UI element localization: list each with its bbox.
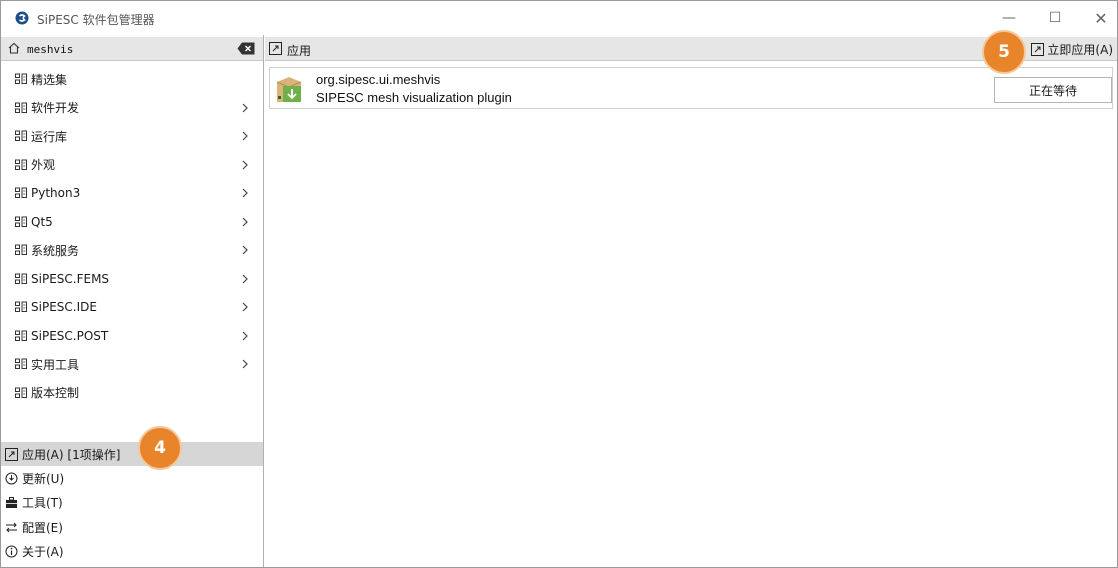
category-label: SiPESC.FEMS xyxy=(31,271,110,286)
package-row[interactable]: org.sipesc.ui.meshvis SIPESC mesh visual… xyxy=(269,67,1113,109)
category-label: 运行库 xyxy=(31,129,68,144)
sidebar: 精选集软件开发运行库外观 Python3 Qt5 系统服务 SiPESC.FEMS SiP… xyxy=(1,35,264,567)
bottom-nav: 应用(A) [1项操作] 更新(U) 工具(T) 配置(E) 关于(A) xyxy=(1,442,263,564)
nav-item-update[interactable]: 更新(U) xyxy=(1,466,263,490)
nav-item-label: 工具(T) xyxy=(22,496,63,511)
apply-now-label: 立即应用(A) xyxy=(1047,42,1113,57)
chevron-right-icon xyxy=(242,359,248,369)
category-item[interactable]: 实用工具 xyxy=(1,350,263,379)
category-label: Python3 xyxy=(31,186,81,201)
package-status-button[interactable]: 正在等待 xyxy=(994,77,1112,103)
settings-icon xyxy=(6,522,17,533)
nav-item-info[interactable]: 关于(A) xyxy=(1,540,263,564)
chevron-right-icon xyxy=(242,103,248,112)
category-item[interactable]: 软件开发 xyxy=(1,94,263,123)
app-logo-icon xyxy=(15,11,29,25)
title-bar: SiPESC 软件包管理器 — ☐ ✕ xyxy=(1,1,1117,35)
chevron-right-icon xyxy=(242,188,248,198)
category-icon xyxy=(15,330,27,341)
category-label: SiPESC.POST xyxy=(31,328,109,343)
category-item[interactable]: SiPESC.POST xyxy=(1,322,263,351)
category-item[interactable]: 版本控制 xyxy=(1,379,263,408)
chevron-right-icon xyxy=(242,160,248,169)
category-label: Qt5 xyxy=(31,214,53,229)
nav-item-label: 关于(A) xyxy=(22,545,64,560)
category-icon xyxy=(15,159,27,170)
nav-item-label: 更新(U) xyxy=(22,472,65,487)
nav-item-apply[interactable]: 应用(A) [1项操作] xyxy=(1,442,263,467)
package-icon xyxy=(276,77,302,102)
nav-item-settings[interactable]: 配置(E) xyxy=(1,515,263,539)
apply-now-button[interactable]: 立即应用(A) xyxy=(1031,40,1113,58)
toolbox-icon xyxy=(6,497,17,509)
apply-now-icon xyxy=(1031,42,1045,56)
category-icon xyxy=(15,130,27,142)
category-icon xyxy=(15,73,27,85)
nav-item-toolbox[interactable]: 工具(T) xyxy=(1,491,263,515)
chevron-right-icon xyxy=(242,217,248,226)
category-label: 实用工具 xyxy=(31,357,80,372)
category-item[interactable]: 外观 xyxy=(1,151,263,180)
chevron-right-icon xyxy=(242,131,248,141)
close-button[interactable]: ✕ xyxy=(1078,1,1118,35)
category-icon xyxy=(15,187,27,199)
main-header-label: 应用 xyxy=(287,44,312,58)
apply-icon xyxy=(5,447,18,461)
category-item[interactable]: 精选集 xyxy=(1,65,263,94)
home-icon[interactable] xyxy=(7,41,21,55)
category-icon xyxy=(15,273,27,284)
category-label: 软件开发 xyxy=(31,101,80,116)
category-icon xyxy=(15,301,27,313)
chevron-right-icon xyxy=(242,274,248,283)
category-icon xyxy=(15,216,27,227)
nav-item-label: 应用(A) [1项操作] xyxy=(22,447,121,462)
package-description: SIPESC mesh visualization plugin xyxy=(316,90,512,105)
category-label: 系统服务 xyxy=(31,243,80,258)
clear-search-icon[interactable] xyxy=(237,42,255,55)
category-icon xyxy=(15,244,27,256)
step-badge-4: 4 xyxy=(138,426,182,470)
step-badge-5: 5 xyxy=(982,30,1026,74)
package-name: org.sipesc.ui.meshvis xyxy=(316,72,441,87)
info-icon xyxy=(5,545,18,558)
apply-icon xyxy=(269,42,282,55)
category-label: 外观 xyxy=(31,158,56,173)
category-icon xyxy=(15,358,27,370)
main-panel: 应用 立即应用(A) org.sipesc.ui.meshvis SIPESC … xyxy=(265,35,1117,567)
category-item[interactable]: SiPESC.IDE xyxy=(1,293,263,322)
category-label: 精选集 xyxy=(31,72,68,87)
app-window: SiPESC 软件包管理器 — ☐ ✕ 精选集软件开发运行库外观 Python3 Q… xyxy=(0,0,1118,568)
category-icon xyxy=(15,102,27,113)
category-icon xyxy=(15,387,27,398)
maximize-button[interactable]: ☐ xyxy=(1032,1,1078,35)
nav-item-label: 配置(E) xyxy=(22,520,63,535)
chevron-right-icon xyxy=(242,331,248,340)
category-list: 精选集软件开发运行库外观 Python3 Qt5 系统服务 SiPESC.FEMS SiP… xyxy=(1,65,263,407)
search-input[interactable] xyxy=(27,40,227,58)
chevron-right-icon xyxy=(242,302,248,312)
category-label: SiPESC.IDE xyxy=(31,300,97,315)
category-item[interactable]: Qt5 xyxy=(1,208,263,237)
category-item[interactable]: 运行库 xyxy=(1,122,263,151)
chevron-right-icon xyxy=(242,245,248,255)
window-title: SiPESC 软件包管理器 xyxy=(37,13,155,27)
category-label: 版本控制 xyxy=(31,386,80,401)
update-icon xyxy=(5,472,18,485)
category-item[interactable]: Python3 xyxy=(1,179,263,208)
search-bar xyxy=(1,37,263,61)
category-item[interactable]: 系统服务 xyxy=(1,236,263,265)
category-item[interactable]: SiPESC.FEMS xyxy=(1,265,263,294)
